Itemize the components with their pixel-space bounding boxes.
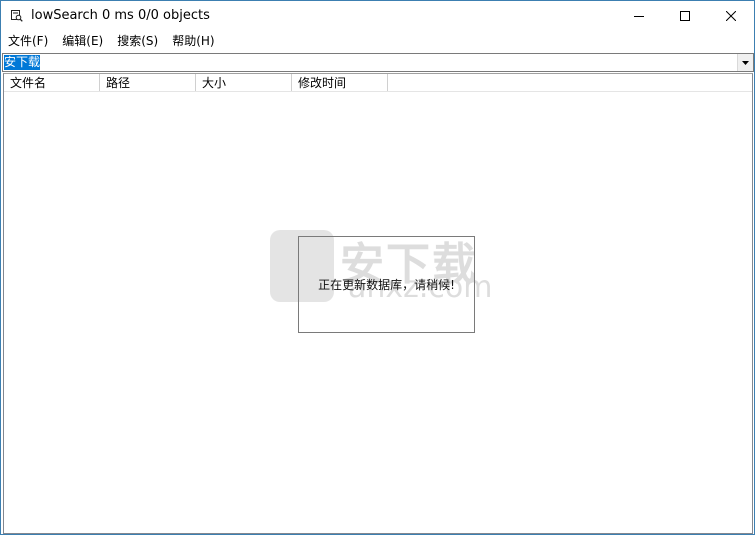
column-header-modified[interactable]: 修改时间 <box>292 74 388 91</box>
status-message: 正在更新数据库，请稍候! <box>318 278 455 292</box>
menu-search[interactable]: 搜索(S) <box>110 31 165 51</box>
window-title: lowSearch 0 ms 0/0 objects <box>31 8 210 23</box>
dropdown-button[interactable] <box>737 54 753 71</box>
list-header: 文件名 路径 大小 修改时间 <box>4 74 752 92</box>
menu-help[interactable]: 帮助(H) <box>165 31 221 51</box>
menu-file[interactable]: 文件(F) <box>1 31 55 51</box>
maximize-button[interactable] <box>662 1 708 31</box>
chevron-down-icon <box>742 60 749 65</box>
close-icon <box>726 11 736 21</box>
minimize-icon <box>634 16 644 17</box>
menu-bar: 文件(F) 编辑(E) 搜索(S) 帮助(H) <box>1 31 754 51</box>
minimize-button[interactable] <box>616 1 662 31</box>
column-header-filename[interactable]: 文件名 <box>4 74 100 91</box>
app-icon <box>10 9 23 22</box>
title-bar[interactable]: lowSearch 0 ms 0/0 objects <box>1 1 754 31</box>
search-input[interactable]: 安下载 <box>4 55 41 70</box>
app-window: lowSearch 0 ms 0/0 objects 文件(F) 编辑(E) 搜… <box>0 0 755 535</box>
column-header-size[interactable]: 大小 <box>196 74 292 91</box>
status-popup: 正在更新数据库，请稍候! <box>298 236 475 333</box>
menu-edit[interactable]: 编辑(E) <box>55 31 110 51</box>
search-combobox[interactable]: 安下载 <box>2 53 754 72</box>
column-header-path[interactable]: 路径 <box>100 74 196 91</box>
results-list[interactable]: 文件名 路径 大小 修改时间 安下载 anxz.com 正在更新数据库，请稍候! <box>3 73 753 534</box>
close-button[interactable] <box>708 1 754 31</box>
maximize-icon <box>680 11 690 21</box>
